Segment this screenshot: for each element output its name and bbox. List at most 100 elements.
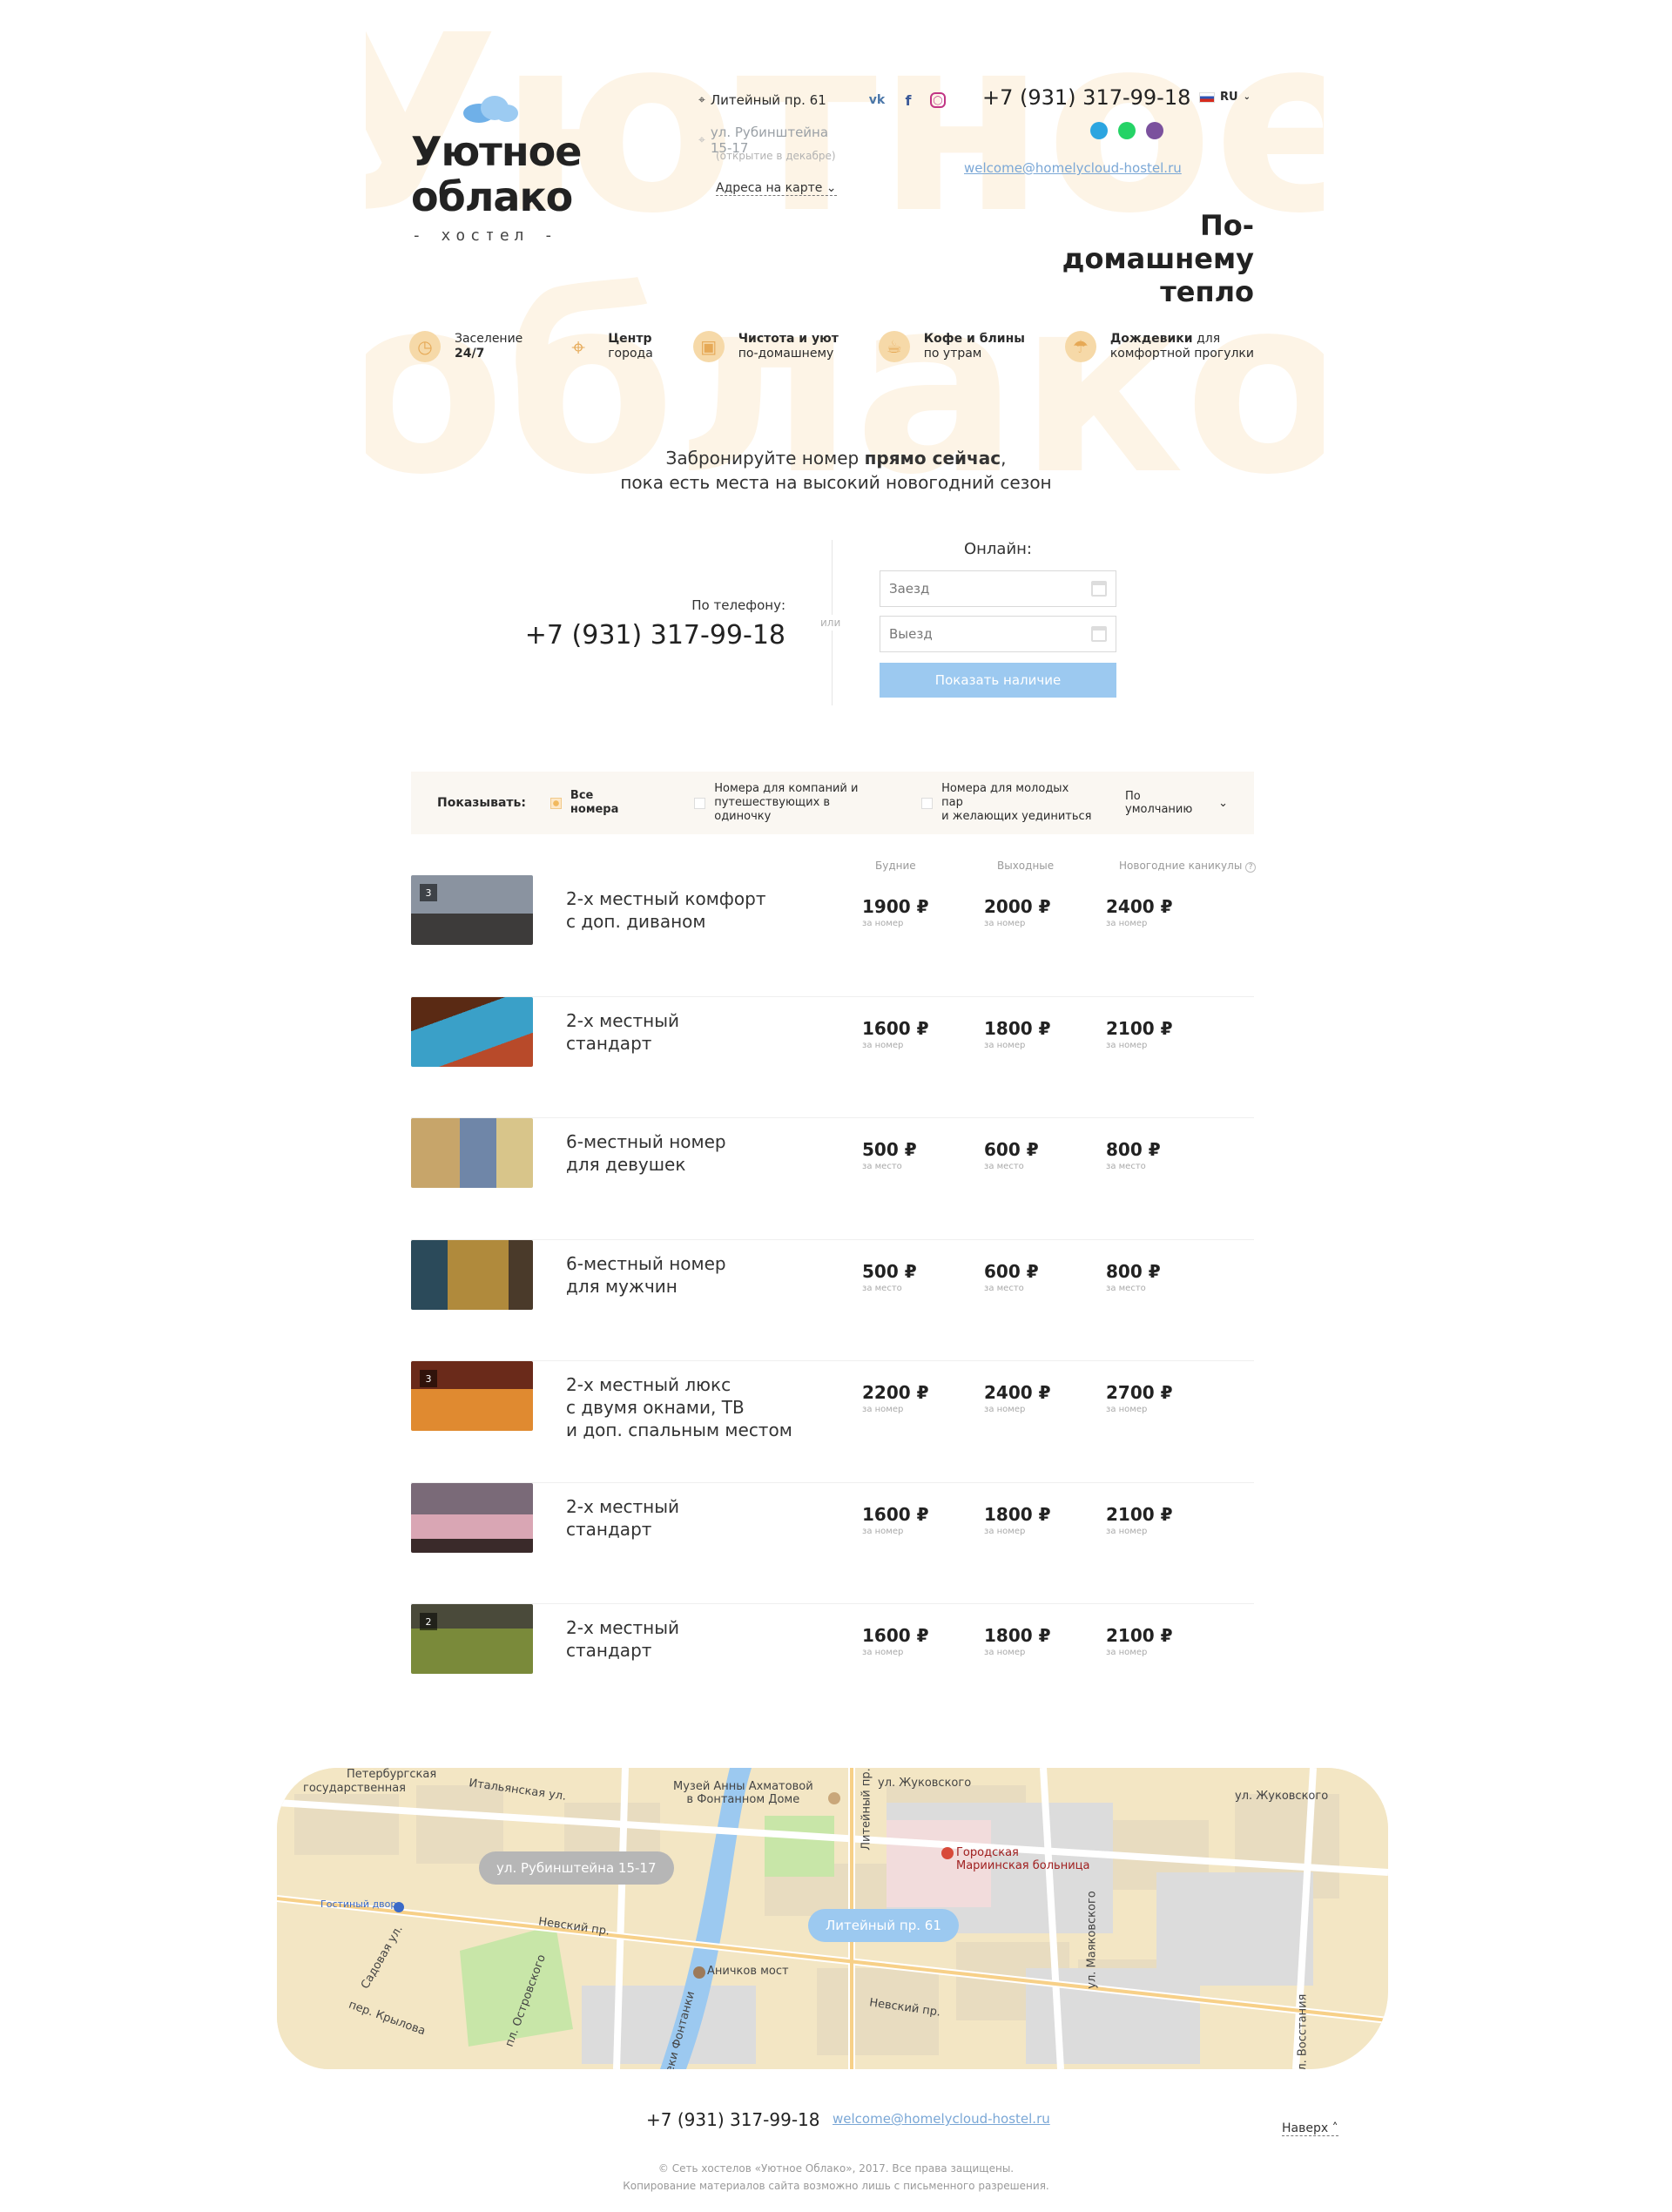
price-unit: за место [1106,1283,1146,1293]
room-photo[interactable] [411,1118,533,1188]
cloud-icon [463,96,518,123]
room-name[interactable]: 2-х местный стандарт [566,1009,862,1055]
room-name[interactable]: 2-х местный стандарт [566,1616,862,1662]
price-unit: за номер [984,919,1026,928]
price-unit: за номер [984,1648,1026,1657]
feature-sub: 24/7 [455,347,485,361]
map-label: Городская Мариинская больница [956,1846,1090,1872]
check-availability-button[interactable]: Показать наличие [880,663,1116,698]
russian-flag-icon [1199,91,1215,103]
feature-title: Заселение [455,332,523,346]
header-newyear: Новогодние каникулы ? [1119,860,1267,873]
photo-count-badge: 2 [420,1613,437,1630]
room-row[interactable]: 2 2-х местный стандарт 1600 ₽ за номер 18… [411,1604,1254,1726]
room-row[interactable]: 3 2-х местный комфорт с доп. диваном 190… [411,875,1254,997]
viber-icon[interactable] [1146,122,1163,139]
map-marker-rubinstein[interactable]: ул. Рубинштейна 15-17 [479,1851,674,1885]
to-top-label: Наверх [1282,2121,1329,2135]
booking-phone[interactable]: +7 (931) 317-99-18 [488,620,785,651]
room-list: 3 2-х местный комфорт с доп. диваном 190… [411,875,1254,1726]
vk-icon[interactable]: vk [867,91,887,110]
map-link[interactable]: Адреса на карте ⌄ [716,181,837,196]
room-row[interactable]: 3 2-х местный люкс с двумя окнами, ТВ и … [411,1361,1254,1483]
copy-note: Копирование материалов сайта возможно ли… [623,2180,1049,2192]
price-unit: за номер [862,1648,904,1657]
room-row[interactable]: 6-местный номер для мужчин 500 ₽ за место… [411,1239,1254,1361]
room-row[interactable]: 2-х местный стандарт 1600 ₽ за номер 1800… [411,996,1254,1118]
feature-title: Чистота и уют [738,332,839,346]
room-row[interactable]: 6-местный номер для девушек 500 ₽ за мест… [411,1118,1254,1240]
slogan-line2: тепло [1160,275,1254,308]
price-newyear: 2100 ₽ [1106,1625,1173,1646]
feature-title-rest: для [1192,332,1221,346]
header-phone[interactable]: +7 (931) 317-99-18 [982,85,1190,110]
facebook-icon[interactable]: f [899,91,918,110]
header-email[interactable]: welcome@homelycloud-hostel.ru [964,160,1182,176]
address-secondary-row: ⌖ ул. Рубинштейна 15-17 [698,125,846,156]
room-photo[interactable] [411,1482,533,1553]
features: ◷ Заселение 24/7 ⌖ Центр города ▣ Чистота … [409,331,1254,362]
price-weekend: 600 ₽ [984,1260,1039,1282]
price-unit: за номер [862,919,904,928]
price-unit: за номер [1106,919,1148,928]
map-marker-liteyny[interactable]: Литейный пр. 61 [808,1909,959,1942]
price-unit: за номер [862,1405,904,1414]
feature-title: Кофе и блины [923,332,1025,346]
room-name[interactable]: 2-х местный стандарт [566,1495,862,1541]
price-headers: Будние Выходные Новогодние каникулы ? [875,860,1267,873]
footer-phone[interactable]: +7 (931) 317-99-18 [646,2109,819,2130]
logo-title-line2: облако [411,173,573,220]
room-name[interactable]: 2-х местный люкс с двумя окнами, ТВ и до… [566,1373,862,1441]
page: Уютное облако Уютное облако - хостел - ⌖… [0,0,1672,2212]
logo[interactable]: Уютное облако - хостел - [411,94,582,260]
slogan-line1: По-домашнему [1062,209,1254,275]
room-name[interactable]: 6-местный номер для девушек [566,1130,862,1176]
checkbox[interactable] [694,797,706,809]
room-photo[interactable]: 3 [411,875,533,945]
booking-lead: Забронируйте номер прямо сейчас, пока ес… [575,446,1097,495]
language-selector[interactable]: RU ⌄ [1199,91,1251,104]
marker-label: ул. Рубинштейна 15-17 [496,1860,657,1876]
room-row[interactable]: 2-х местный стандарт 1600 ₽ за номер 1800… [411,1482,1254,1604]
checkout-field[interactable]: Выезд [880,616,1116,652]
room-photo[interactable]: 3 [411,1361,533,1431]
room-name[interactable]: 6-местный номер для мужчин [566,1252,862,1298]
checkin-field[interactable]: Заезд [880,570,1116,607]
checkbox[interactable] [549,797,562,809]
room-name[interactable]: 2-х местный комфорт с доп. диваном [566,887,862,933]
feature-title: Центр [608,332,652,346]
price-weekend: 600 ₽ [984,1139,1039,1160]
chevron-down-icon: ⌄ [1243,92,1251,102]
armchair-icon: ▣ [692,331,725,362]
footer-email[interactable]: welcome@homelycloud-hostel.ru [833,2111,1050,2127]
price-newyear: 800 ₽ [1106,1260,1161,1282]
filter-option-label: Номера для компаний и путешествующих в о… [714,782,859,823]
price-weekend: 1800 ₽ [984,1625,1051,1646]
price-unit: за номер [984,1405,1026,1414]
map[interactable]: ул. Рубинштейна 15-17 Литейный пр. 61 Му… [277,1768,1388,2069]
filter-option-all[interactable]: Все номера [549,789,645,817]
room-photo[interactable] [411,1239,533,1310]
feature-sub: по утрам [923,347,982,361]
instagram-icon[interactable]: ◯ [930,92,946,108]
checkbox[interactable] [921,797,934,809]
filter-option-couples[interactable]: Номера для молодых пар и желающих уедини… [921,782,1094,824]
room-photo[interactable] [411,996,533,1067]
lead-text-1: Забронируйте номер [665,448,865,469]
phone-label: По телефону: [691,597,785,613]
filter-option-label: Номера для молодых пар и желающих уедини… [941,782,1092,823]
feature-title: Дождевики [1109,332,1193,346]
telegram-icon[interactable] [1090,122,1108,139]
room-photo[interactable]: 2 [411,1604,533,1674]
sort-select[interactable]: По умолчанию ⌄ [1125,790,1228,816]
feature-sub: по-домашнему [738,347,834,361]
location-pin-icon: ⌖ [571,332,586,361]
help-icon[interactable]: ? [1245,862,1257,873]
logo-subtitle: - хостел - [411,226,559,245]
booking-by-phone: По телефону: +7 (931) 317-99-18 [488,597,785,651]
price-weekdays: 1600 ₽ [862,1503,929,1525]
to-top-link[interactable]: Наверх ˄ [1282,2121,1338,2136]
whatsapp-icon[interactable] [1118,122,1136,139]
map-label: ул. Маяковского [1085,1891,1099,1989]
filter-option-companies[interactable]: Номера для компаний и путешествующих в о… [694,782,890,824]
